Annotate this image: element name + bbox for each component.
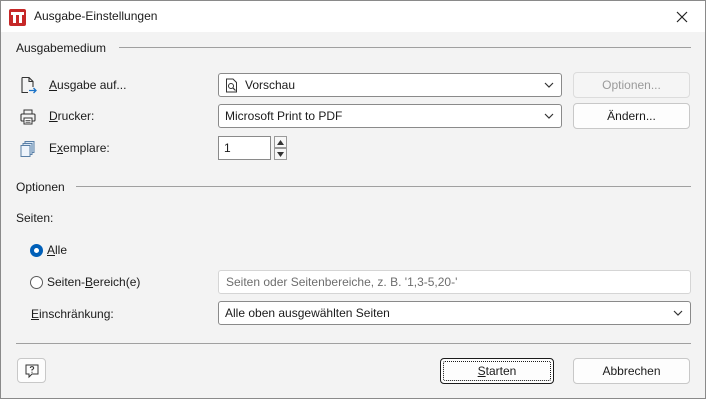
- arrow-up-icon: [277, 139, 284, 145]
- title-bar: Ausgabe-Einstellungen: [1, 1, 705, 32]
- preview-page-icon: [226, 78, 237, 92]
- all-pages-radio[interactable]: [30, 244, 43, 257]
- copies-input[interactable]: 1: [218, 136, 271, 160]
- section-ausgabemedium-label: Ausgabemedium: [16, 41, 107, 55]
- restriction-label: Einschränkung:: [31, 307, 114, 321]
- section-divider: [76, 186, 691, 187]
- output-page-icon: [21, 76, 37, 94]
- printer-select[interactable]: Microsoft Print to PDF: [218, 104, 562, 128]
- options-button[interactable]: Optionen...: [573, 72, 690, 98]
- copies-increment-button[interactable]: [274, 136, 287, 148]
- close-icon: [676, 11, 688, 22]
- copies-label: Exemplare:: [49, 141, 110, 155]
- chevron-down-icon: [673, 310, 683, 316]
- restriction-value: Alle oben ausgewählten Seiten: [225, 306, 390, 320]
- printer-value: Microsoft Print to PDF: [225, 109, 343, 123]
- change-printer-button[interactable]: Ändern...: [573, 103, 690, 129]
- copies-decrement-button[interactable]: [274, 148, 287, 160]
- footer-divider: [16, 343, 691, 344]
- output-target-value: Vorschau: [245, 78, 296, 92]
- close-button[interactable]: [659, 1, 705, 32]
- start-button[interactable]: Starten: [440, 358, 554, 384]
- printer-icon: [20, 109, 36, 125]
- output-target-label: Ausgabe auf...: [49, 78, 127, 92]
- chevron-down-icon: [544, 113, 554, 119]
- pages-label: Seiten:: [16, 211, 54, 225]
- help-button[interactable]: [17, 358, 46, 383]
- help-question-icon: [25, 364, 38, 378]
- dialog-window: Ausgabe-Einstellungen Ausgabemedium Ausg…: [0, 0, 706, 399]
- cancel-button[interactable]: Abbrechen: [573, 358, 690, 384]
- page-range-label[interactable]: Seiten-Bereich(e): [47, 275, 140, 289]
- section-divider: [119, 47, 691, 48]
- section-optionen-label: Optionen: [16, 180, 65, 194]
- copies-icon: [20, 141, 35, 157]
- page-range-radio[interactable]: [30, 276, 43, 289]
- arrow-down-icon: [277, 151, 284, 157]
- window-title: Ausgabe-Einstellungen: [34, 9, 158, 23]
- focus-rect: [443, 361, 551, 381]
- restriction-select[interactable]: Alle oben ausgewählten Seiten: [218, 301, 691, 325]
- page-range-input[interactable]: Seiten oder Seitenbereiche, z. B. '1,3-5…: [218, 270, 691, 294]
- printer-label: Drucker:: [49, 109, 95, 123]
- output-target-select[interactable]: Vorschau: [218, 73, 562, 97]
- all-pages-label[interactable]: Alle: [47, 243, 67, 257]
- app-logo-icon: [9, 9, 26, 26]
- chevron-down-icon: [544, 82, 554, 88]
